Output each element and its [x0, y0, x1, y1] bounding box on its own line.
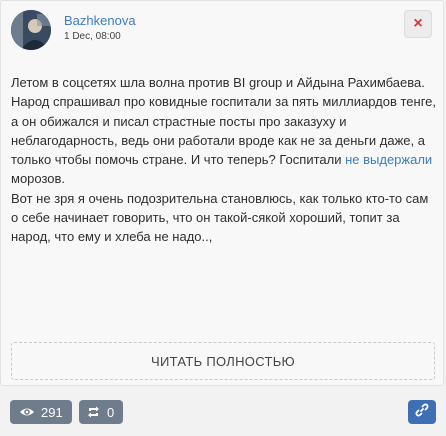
- close-button[interactable]: ×: [404, 10, 432, 38]
- post-date: 1 Dec, 08:00: [64, 31, 121, 42]
- link-button[interactable]: [408, 400, 436, 424]
- read-more-button[interactable]: ЧИТАТЬ ПОЛНОСТЬЮ: [11, 342, 435, 380]
- avatar[interactable]: [11, 10, 51, 50]
- avatar-image: [11, 10, 51, 50]
- link-icon: [415, 403, 429, 422]
- post-card: Bazhkenova 1 Dec, 08:00 × Летом в соцсет…: [0, 0, 444, 386]
- views-counter[interactable]: 291: [10, 400, 72, 424]
- post-text-part: морозов.: [11, 171, 66, 187]
- views-count: 291: [41, 404, 63, 420]
- author-name[interactable]: Bazhkenova: [64, 13, 136, 28]
- reposts-counter[interactable]: 0: [79, 400, 123, 424]
- post-text-part: Вот не зря я очень подозрительна становл…: [11, 190, 429, 245]
- reposts-count: 0: [107, 404, 115, 420]
- post-text: Летом в соцсетях шла волна против BI gro…: [11, 73, 437, 247]
- post-link[interactable]: не выдержали: [345, 152, 432, 167]
- eye-icon: [19, 406, 35, 418]
- repost-icon: [87, 406, 100, 418]
- close-icon: ×: [413, 15, 423, 32]
